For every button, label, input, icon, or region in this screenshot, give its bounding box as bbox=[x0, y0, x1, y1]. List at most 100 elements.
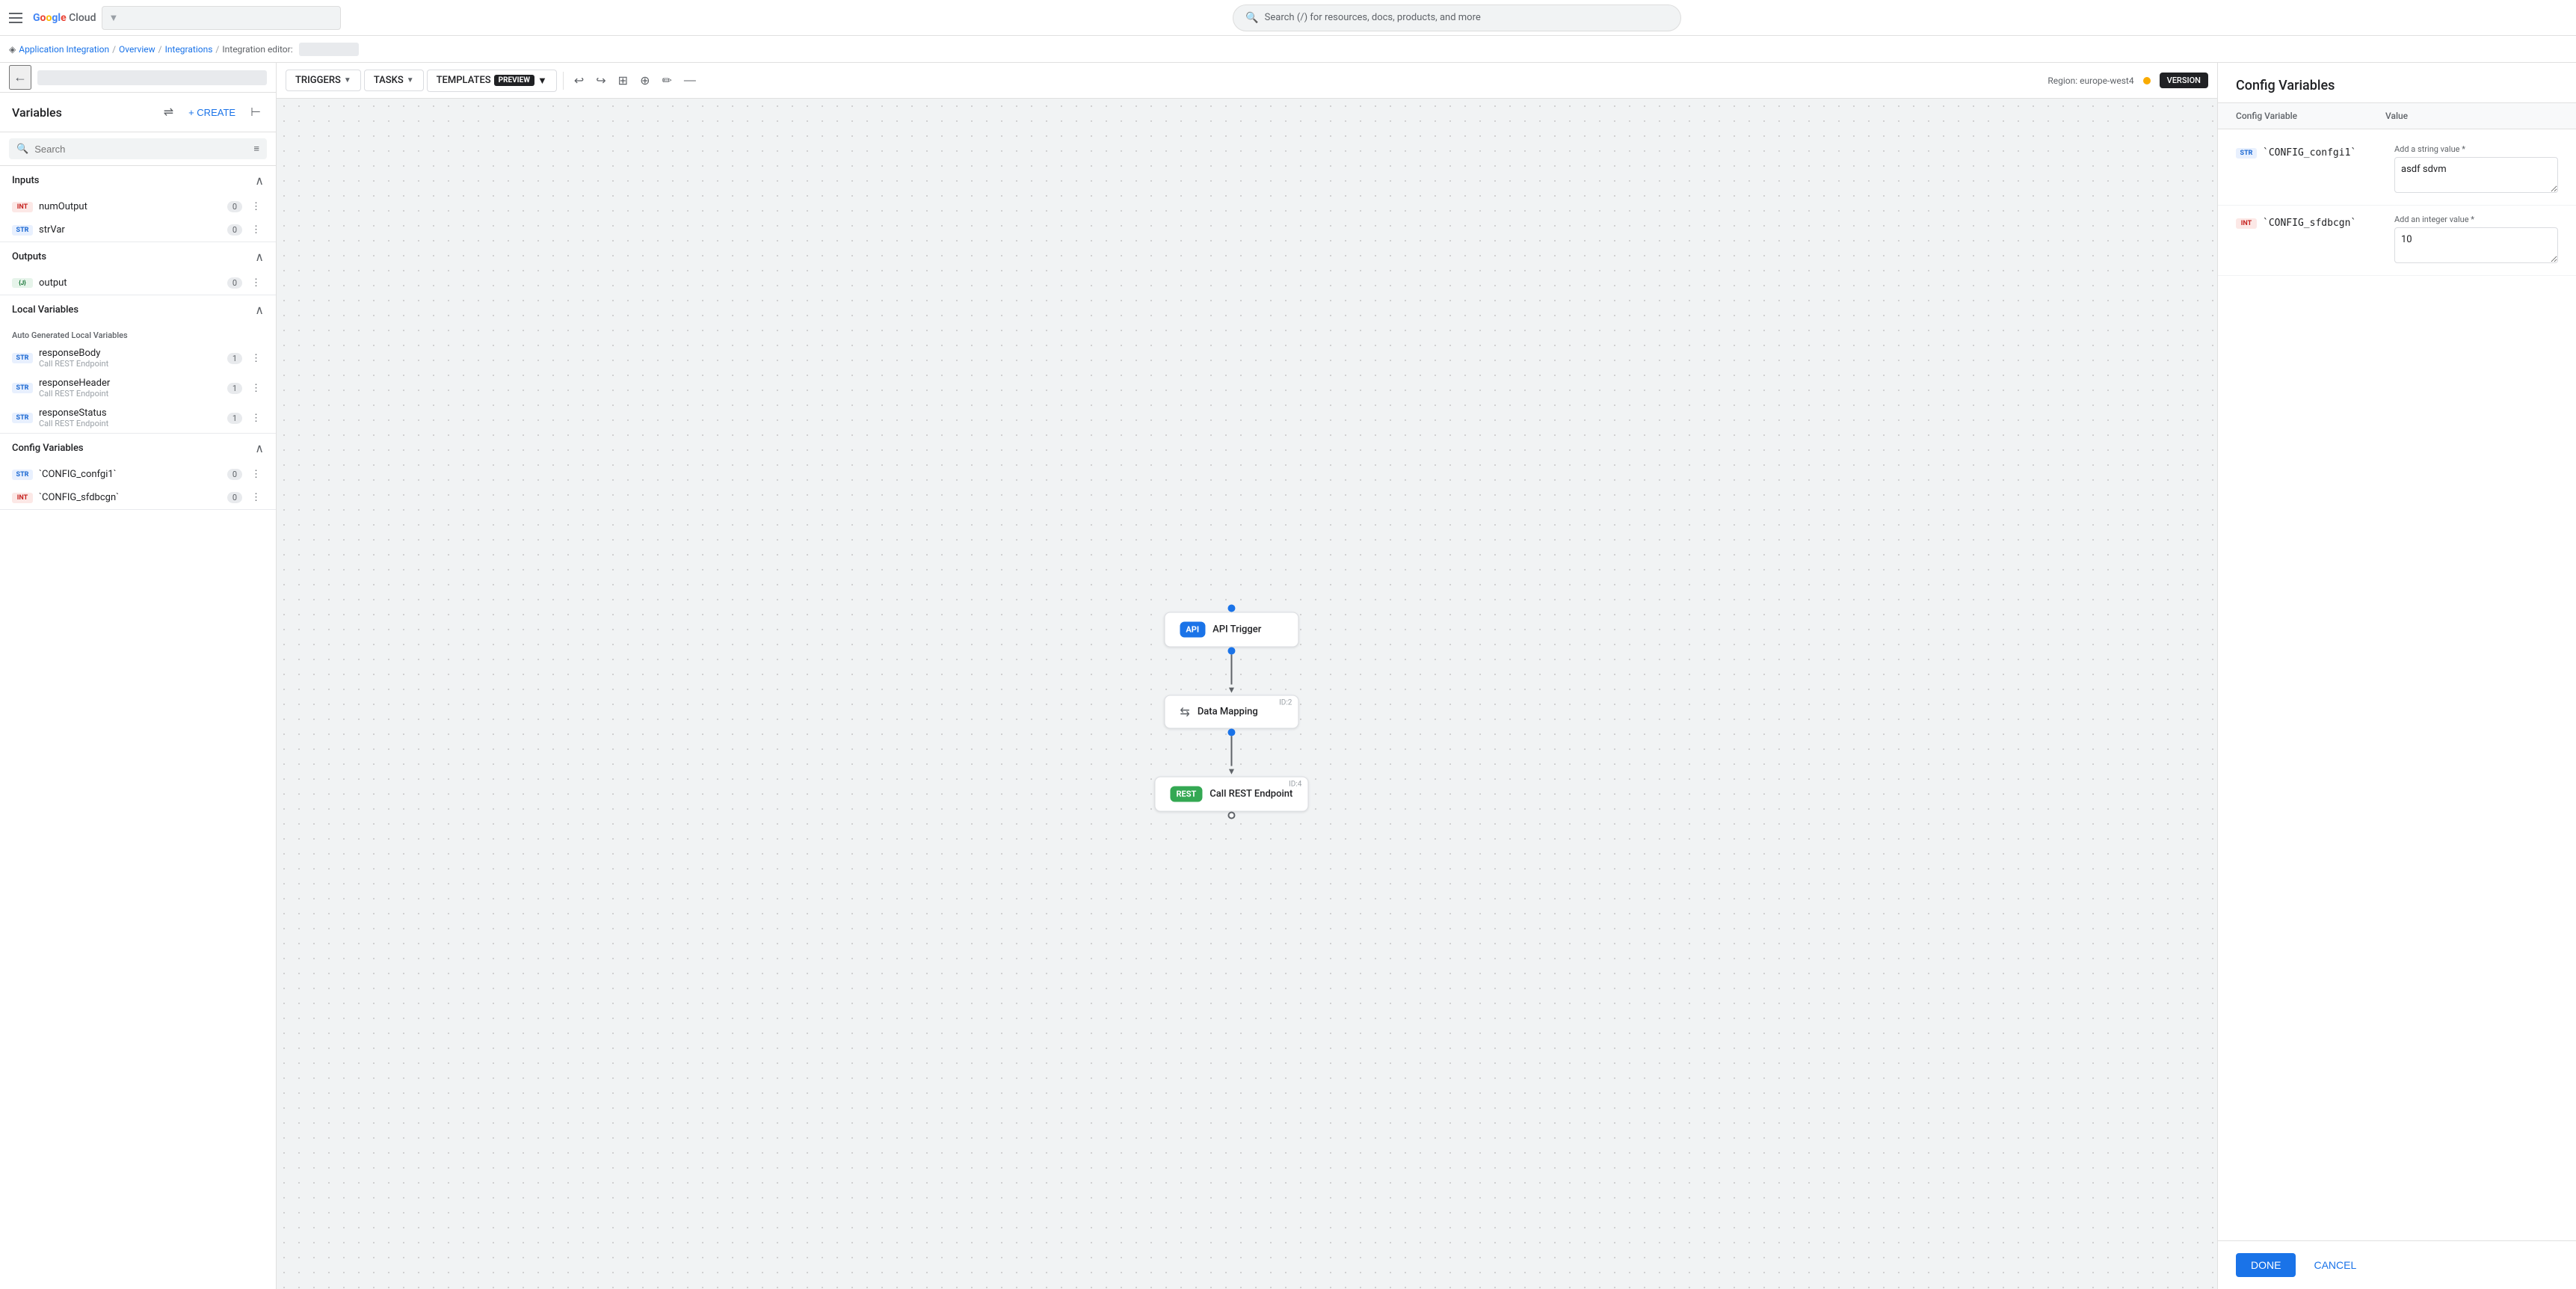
layout-button[interactable]: ⊞ bbox=[614, 69, 632, 93]
version-pill: VERSION bbox=[2160, 73, 2208, 88]
var-subtitle: Call REST Endpoint bbox=[39, 389, 221, 399]
type-badge-int: INT bbox=[2236, 218, 2257, 229]
connector-1: ▼ bbox=[1227, 647, 1236, 695]
breadcrumb-editor: Integration editor: bbox=[222, 44, 292, 55]
zoom-button[interactable]: ⊕ bbox=[635, 69, 654, 93]
config-var-name-1: `CONFIG_confgi1` bbox=[2263, 147, 2356, 159]
minus-button[interactable]: — bbox=[680, 70, 700, 92]
undo-button[interactable]: ↩ bbox=[570, 69, 588, 93]
top-bar: Google Cloud ▼ 🔍 Search (/) for resource… bbox=[0, 0, 2576, 36]
global-search-placeholder: Search (/) for resources, docs, products… bbox=[1265, 12, 1481, 23]
toolbar-right: Region: europe-west4 VERSION bbox=[2047, 73, 2208, 88]
var-menu-icon[interactable]: ⋮ bbox=[248, 276, 264, 290]
integration-name-bar: ← bbox=[0, 63, 276, 93]
var-name: numOutput bbox=[39, 201, 221, 212]
local-vars-section-header[interactable]: Local Variables ∧ bbox=[0, 295, 276, 324]
breadcrumb-name bbox=[299, 43, 359, 56]
connector-line bbox=[1230, 736, 1232, 766]
config-row-1: STR `CONFIG_confgi1` Add a string value … bbox=[2218, 135, 2576, 206]
back-button[interactable]: ← bbox=[9, 65, 31, 90]
outputs-label: Outputs bbox=[12, 251, 46, 262]
connector-2: ▼ bbox=[1227, 729, 1236, 777]
collapse-sidebar-icon[interactable]: ⊢ bbox=[247, 102, 264, 123]
col-value: Value bbox=[2385, 111, 2558, 121]
templates-button[interactable]: TEMPLATES PREVIEW ▼ bbox=[427, 70, 557, 92]
data-mapping-label: Data Mapping bbox=[1198, 707, 1258, 718]
global-search[interactable]: 🔍 Search (/) for resources, docs, produc… bbox=[1233, 4, 1681, 31]
var-menu-icon[interactable]: ⋮ bbox=[248, 381, 264, 396]
var-menu-icon[interactable]: ⋮ bbox=[248, 467, 264, 482]
create-variable-button[interactable]: + CREATE bbox=[182, 104, 241, 121]
flow-container: API API Trigger ▼ ID:2 ⇆ Data Mapping bbox=[1154, 605, 1308, 819]
var-name: strVar bbox=[39, 224, 221, 236]
local-vars-items: Auto Generated Local Variables STR respo… bbox=[0, 324, 276, 434]
top-connector bbox=[1227, 605, 1235, 612]
breadcrumb-integrations[interactable]: Integrations bbox=[165, 44, 213, 55]
tasks-button[interactable]: TASKS ▼ bbox=[364, 70, 424, 91]
local-vars-label: Local Variables bbox=[12, 304, 78, 316]
var-name: output bbox=[39, 277, 221, 289]
integer-value-label: Add an integer value * bbox=[2394, 215, 2558, 224]
breadcrumb-overview[interactable]: Overview bbox=[119, 44, 155, 55]
connector-arrow-icon: ▼ bbox=[1227, 685, 1236, 695]
var-name: `CONFIG_confgi1` bbox=[39, 469, 221, 480]
panel-table-header: Config Variable Value bbox=[2218, 103, 2576, 129]
outputs-section-header[interactable]: Outputs ∧ bbox=[0, 242, 276, 271]
cancel-button[interactable]: CANCEL bbox=[2305, 1253, 2365, 1277]
breadcrumb-app-integration[interactable]: Application Integration bbox=[19, 44, 109, 55]
var-menu-icon[interactable]: ⋮ bbox=[248, 200, 264, 214]
canvas-toolbar: TRIGGERS ▼ TASKS ▼ TEMPLATES PREVIEW ▼ ↩… bbox=[277, 63, 2217, 99]
var-menu-icon[interactable]: ⋮ bbox=[248, 351, 264, 366]
config-value-input-2[interactable]: 10 bbox=[2394, 227, 2558, 263]
project-search[interactable]: ▼ bbox=[102, 6, 341, 30]
inputs-section-header[interactable]: Inputs ∧ bbox=[0, 166, 276, 195]
sidebar-title: Variables bbox=[12, 105, 62, 120]
config-var-name-2: `CONFIG_sfdbcgn` bbox=[2263, 218, 2356, 229]
data-mapping-node[interactable]: ID:2 ⇆ Data Mapping bbox=[1164, 695, 1298, 729]
sidebar-actions: ⇌ + CREATE ⊢ bbox=[161, 102, 264, 123]
breadcrumb: ◈ Application Integration / Overview / I… bbox=[0, 36, 2576, 63]
type-badge-str: STR bbox=[12, 470, 33, 480]
var-menu-icon[interactable]: ⋮ bbox=[248, 490, 264, 505]
var-count: 0 bbox=[227, 469, 242, 480]
triggers-button[interactable]: TRIGGERS ▼ bbox=[286, 70, 361, 91]
style-button[interactable]: ✏ bbox=[657, 69, 676, 93]
var-count: 0 bbox=[227, 201, 242, 212]
var-name: responseBody bbox=[39, 348, 221, 359]
node-id: ID:4 bbox=[1289, 781, 1301, 789]
rest-endpoint-node[interactable]: ID:4 REST Call REST Endpoint bbox=[1154, 777, 1308, 812]
panel-title: Config Variables bbox=[2218, 63, 2576, 103]
search-input[interactable] bbox=[34, 144, 247, 155]
node-connection-dot bbox=[1227, 729, 1235, 736]
var-subtitle: Call REST Endpoint bbox=[39, 359, 221, 369]
transfer-icon[interactable]: ⇌ bbox=[161, 102, 176, 123]
var-menu-icon[interactable]: ⋮ bbox=[248, 411, 264, 425]
inputs-items: INT numOutput 0 ⋮ STR strVar 0 ⋮ bbox=[0, 195, 276, 242]
var-menu-icon[interactable]: ⋮ bbox=[248, 223, 264, 237]
list-item: STR strVar 0 ⋮ bbox=[0, 218, 276, 242]
google-cloud-logo: Google Cloud bbox=[33, 12, 96, 24]
api-trigger-node[interactable]: API API Trigger bbox=[1164, 612, 1298, 647]
type-badge-int: INT bbox=[12, 202, 33, 212]
col-config-variable: Config Variable bbox=[2236, 111, 2385, 121]
string-value-label: Add a string value * bbox=[2394, 144, 2558, 154]
type-badge-str: STR bbox=[12, 353, 33, 363]
canvas-background[interactable]: API API Trigger ▼ ID:2 ⇆ Data Mapping bbox=[277, 99, 2217, 1289]
type-badge-str: STR bbox=[12, 383, 33, 393]
done-button[interactable]: DONE bbox=[2236, 1253, 2296, 1277]
filter-icon[interactable]: ≡ bbox=[253, 143, 259, 155]
redo-button[interactable]: ↪ bbox=[591, 69, 610, 93]
var-count: 1 bbox=[227, 413, 242, 424]
type-badge-int: INT bbox=[12, 493, 33, 503]
sidebar-search-area: 🔍 ≡ bbox=[0, 132, 276, 166]
list-item: INT `CONFIG_sfdbcgn` 0 ⋮ bbox=[0, 486, 276, 509]
toolbar-separator bbox=[563, 72, 564, 90]
config-vars-collapse-icon: ∧ bbox=[255, 441, 264, 455]
sidebar-content: Inputs ∧ INT numOutput 0 ⋮ STR strVar 0 … bbox=[0, 166, 276, 1289]
rest-badge: REST bbox=[1170, 787, 1202, 802]
type-badge-str: STR bbox=[12, 225, 33, 236]
config-value-input-1[interactable]: asdf sdvm bbox=[2394, 157, 2558, 193]
menu-icon[interactable] bbox=[9, 9, 27, 27]
outputs-items: {J} output 0 ⋮ bbox=[0, 271, 276, 295]
config-vars-section-header[interactable]: Config Variables ∧ bbox=[0, 434, 276, 463]
